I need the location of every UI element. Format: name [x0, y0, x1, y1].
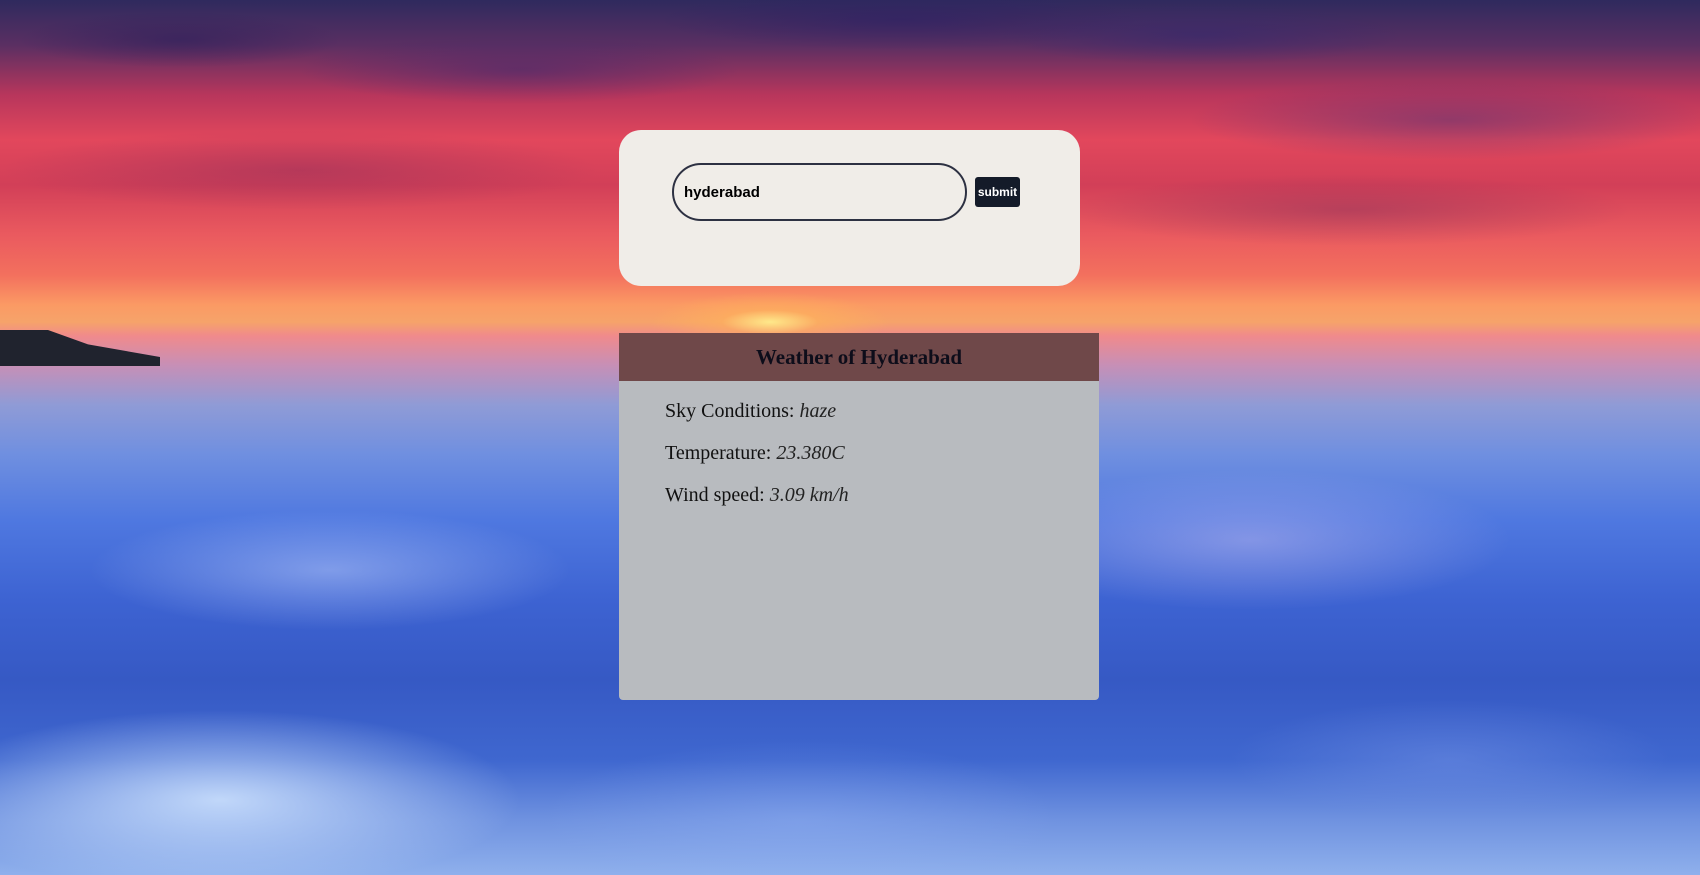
- city-search-input[interactable]: [672, 163, 967, 221]
- sky-conditions-label: Sky Conditions:: [665, 400, 800, 422]
- temperature-value: 23.380C: [776, 442, 845, 464]
- sky-conditions-value: haze: [799, 400, 837, 422]
- submit-button[interactable]: submit: [975, 177, 1020, 207]
- weather-card: Weather of Hyderabad Sky Conditions: haz…: [619, 333, 1099, 700]
- search-card: submit: [619, 130, 1080, 286]
- temperature-label: Temperature:: [665, 442, 777, 464]
- weather-title: Weather of Hyderabad: [755, 344, 963, 369]
- wind-speed-row: Wind speed: 3.09 km/h: [665, 483, 1099, 525]
- wind-speed-value: 3.09 km/h: [769, 484, 849, 506]
- weather-details: Sky Conditions: haze Temperature: 23.380…: [619, 381, 1099, 525]
- wind-speed-label: Wind speed:: [665, 484, 770, 506]
- weather-header: Weather of Hyderabad: [619, 333, 1099, 381]
- shore-rock: [0, 330, 160, 366]
- sky-conditions-row: Sky Conditions: haze: [665, 399, 1099, 441]
- temperature-row: Temperature: 23.380C: [665, 441, 1099, 483]
